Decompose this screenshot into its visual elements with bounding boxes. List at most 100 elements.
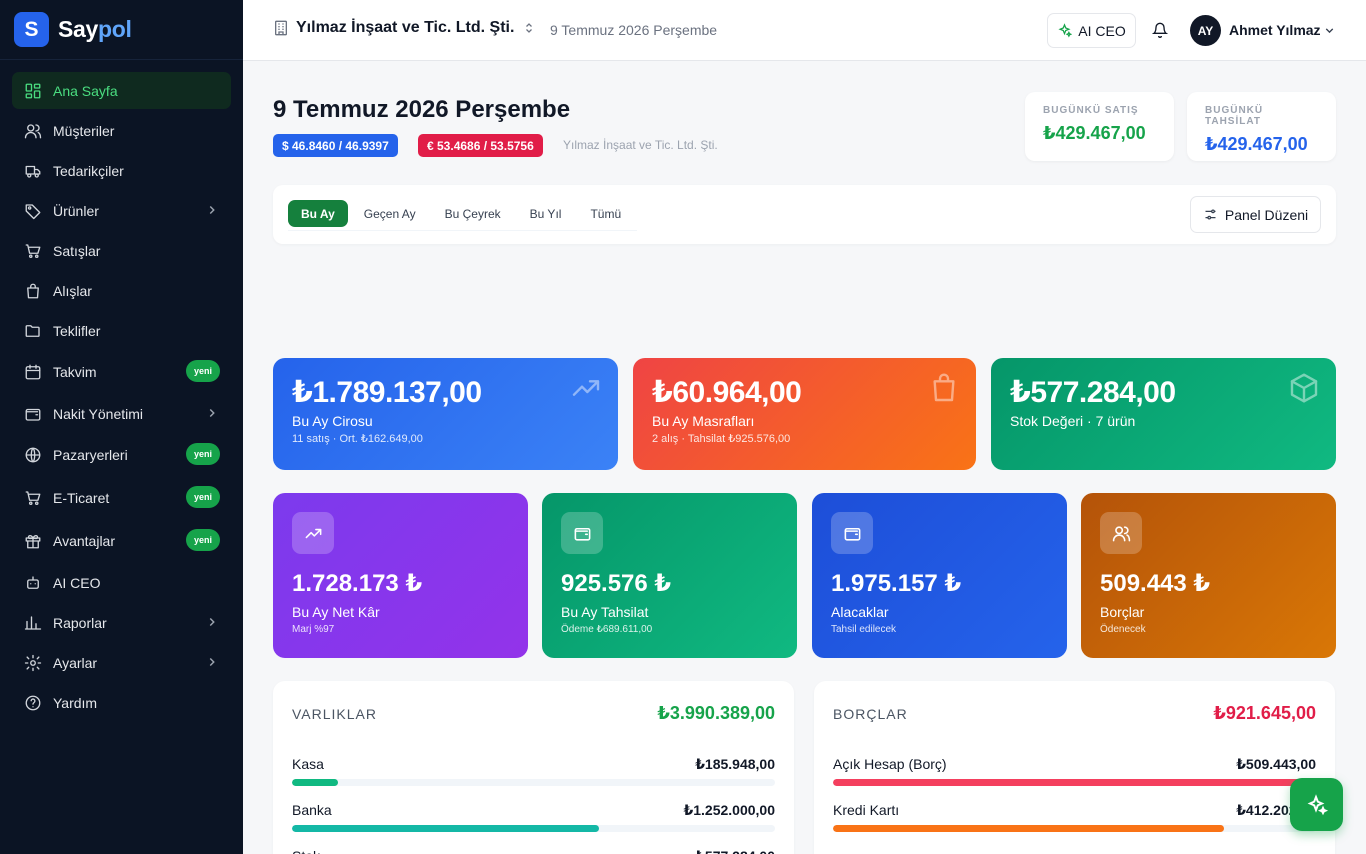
today-sales-label: BUGÜNKÜ SATIŞ [1043, 105, 1139, 116]
progress-bar [833, 825, 1316, 832]
balance-row: Açık Hesap (Borç) ₺509.443,00 [833, 756, 1316, 786]
card-value: ₺60.964,00 [652, 376, 802, 409]
tab-1[interactable]: Geçen Ay [351, 200, 429, 227]
new-badge: yeni [185, 529, 220, 551]
liabilities-total: ₺921.645,00 [1213, 703, 1316, 723]
balance-row: Banka ₺1.252.000,00 [292, 802, 775, 832]
sidebar-item-ana-sayfa[interactable]: Ana Sayfa [12, 72, 231, 109]
chevron-right-icon [209, 657, 215, 667]
sidebar-item-yardım[interactable]: Yardım [12, 684, 231, 721]
company-name: Yılmaz İnşaat ve Tic. Ltd. Şti. [296, 19, 515, 36]
sidebar-item-nakit-yönetimi[interactable]: Nakit Yönetimi [12, 395, 231, 432]
gift-icon [23, 531, 43, 551]
card-value: ₺1.789.137,00 [292, 376, 482, 409]
sidebar-item-ai-ceo[interactable]: AI CEO [12, 564, 231, 601]
card-value: ₺577.284,00 [1010, 376, 1176, 409]
globe-icon [23, 445, 43, 465]
sidebar-item-avantajlar[interactable]: Avantajlar yeni [12, 521, 231, 561]
progress-fill [292, 779, 338, 786]
tab-3[interactable]: Bu Yıl [517, 200, 575, 227]
metric-card-1[interactable]: 1.728.173 ₺ Bu Ay Net Kâr Marj %97 [273, 493, 528, 658]
sidebar-panel: S Saypol Ana Sayfa Müşteriler Tedarikçiler… [0, 0, 243, 738]
sidebar-item-label: E-Ticaret [53, 490, 110, 506]
liabilities-panel: BORÇLAR ₺921.645,00 Açık Hesap (Borç) ₺50… [814, 681, 1335, 854]
today-collection-value: ₺429.467,00 [1205, 134, 1308, 154]
sidebar-item-label: Satışlar [53, 242, 101, 259]
summary-card-1[interactable]: ₺1.789.137,00 Bu Ay Cirosu 11 satış · Ort.… [273, 358, 618, 470]
sidebar-item-teklifler[interactable]: Teklifler [12, 312, 231, 349]
trend-up-icon [570, 372, 602, 404]
tab-2[interactable]: Bu Çeyrek [432, 200, 514, 227]
summary-card-2[interactable]: ₺60.964,00 Bu Ay Masrafları 2 alış · Tahsi… [633, 358, 976, 470]
user-name[interactable]: Ahmet Yılmaz [1229, 22, 1321, 38]
summary-card-3[interactable]: ₺577.284,00 Stok Değeri · 7 ürün [991, 358, 1336, 470]
card-label: Borçlar [1100, 604, 1145, 620]
card-label: Bu Ay Tahsilat [561, 604, 649, 620]
sidebar-item-müşteriler[interactable]: Müşteriler [12, 112, 231, 149]
app-name: Saypol [58, 16, 132, 43]
chart-icon [23, 613, 43, 633]
sidebar-footer [0, 738, 243, 854]
new-badge: yeni [185, 443, 220, 465]
card-label: Bu Ay Masrafları [652, 413, 755, 429]
sidebar-item-label: Yardım [53, 694, 98, 711]
sidebar-nav: Ana Sayfa Müşteriler Tedarikçiler Ürünler Sa… [0, 60, 243, 721]
sidebar-item-ürünler[interactable]: Ürünler [12, 192, 231, 229]
assets-total: ₺3.990.389,00 [657, 703, 775, 723]
sidebar-item-ayarlar[interactable]: Ayarlar [12, 644, 231, 681]
tab-4[interactable]: Tümü [577, 200, 634, 227]
ai-ceo-label: AI CEO [1078, 22, 1126, 39]
card-subtext: Tahsil edilecek [831, 624, 897, 635]
ai-assistant-fab[interactable] [1290, 778, 1343, 831]
sidebar-item-satışlar[interactable]: Satışlar [12, 232, 231, 269]
liabilities-title: BORÇLAR [833, 705, 908, 722]
sidebar-item-raporlar[interactable]: Raporlar [12, 604, 231, 641]
card-subtext: Marj %97 [292, 624, 335, 635]
sidebar: S Saypol Ana Sayfa Müşteriler Tedarikçiler… [0, 0, 243, 854]
sidebar-item-label: Alışlar [53, 282, 92, 299]
chevron-right-icon [209, 617, 215, 627]
current-date: 9 Temmuz 2026 Perşembe [550, 22, 718, 38]
bag-icon [23, 281, 43, 301]
panel-layout-button[interactable]: Panel Düzeni [1190, 196, 1321, 233]
bell-icon[interactable] [1152, 22, 1168, 38]
sidebar-item-takvim[interactable]: Takvim yeni [12, 352, 231, 392]
logo-badge: S [14, 12, 49, 47]
tab-0[interactable]: Bu Ay [288, 200, 348, 227]
help-icon [23, 693, 43, 713]
main-content: 9 Temmuz 2026 Perşembe $ 46.8460 / 46.93… [243, 61, 1366, 854]
row-amount: ₺509.443,00 [1236, 756, 1316, 772]
balance-row: Stok ₺577.284,00 [292, 848, 775, 854]
usd-rate-badge: $ 46.8460 / 46.9397 [273, 134, 398, 157]
progress-fill [833, 825, 1225, 832]
balance-row: Kasa ₺185.948,00 [292, 756, 775, 786]
chevron-down-icon[interactable] [1323, 24, 1336, 37]
sidebar-item-tedarikçiler[interactable]: Tedarikçiler [12, 152, 231, 189]
metric-card-4[interactable]: 509.443 ₺ Borçlar Ödenecek [1081, 493, 1336, 658]
sidebar-item-label: Nakit Yönetimi [53, 405, 144, 422]
wallet-icon [561, 512, 603, 554]
avatar[interactable]: AY [1190, 15, 1221, 46]
sidebar-item-label: Raporlar [53, 614, 107, 631]
row-amount: ₺577.284,00 [695, 848, 775, 854]
bot-icon [23, 573, 43, 593]
sidebar-item-label: Tedarikçiler [53, 162, 124, 179]
header-company: Yılmaz İnşaat ve Tic. Ltd. Şti. [563, 138, 718, 152]
trend-up-icon [292, 512, 334, 554]
progress-bar [292, 825, 775, 832]
sidebar-item-alışlar[interactable]: Alışlar [12, 272, 231, 309]
sidebar-item-pazaryerleri[interactable]: Pazaryerleri yeni [12, 435, 231, 475]
sidebar-item-e-ticaret[interactable]: E-Ticaret yeni [12, 478, 231, 518]
new-badge: yeni [185, 486, 220, 508]
app-logo[interactable]: S Saypol [0, 0, 243, 60]
metric-card-2[interactable]: 925.576 ₺ Bu Ay Tahsilat Ödeme ₺689.611,00 [542, 493, 797, 658]
ai-ceo-button[interactable]: AI CEO [1047, 13, 1136, 48]
company-switcher[interactable]: Yılmaz İnşaat ve Tic. Ltd. Şti. [273, 19, 542, 37]
card-subtext: Ödenecek [1100, 624, 1146, 635]
sparkle-icon [1307, 793, 1328, 815]
wallet-icon [831, 512, 873, 554]
card-subtext: Ödeme ₺689.611,00 [561, 624, 653, 635]
card-value: 1.975.157 ₺ [831, 570, 962, 597]
today-collection-label: BUGÜNKÜ TAHSİLAT [1205, 105, 1264, 127]
metric-card-3[interactable]: 1.975.157 ₺ Alacaklar Tahsil edilecek [812, 493, 1067, 658]
